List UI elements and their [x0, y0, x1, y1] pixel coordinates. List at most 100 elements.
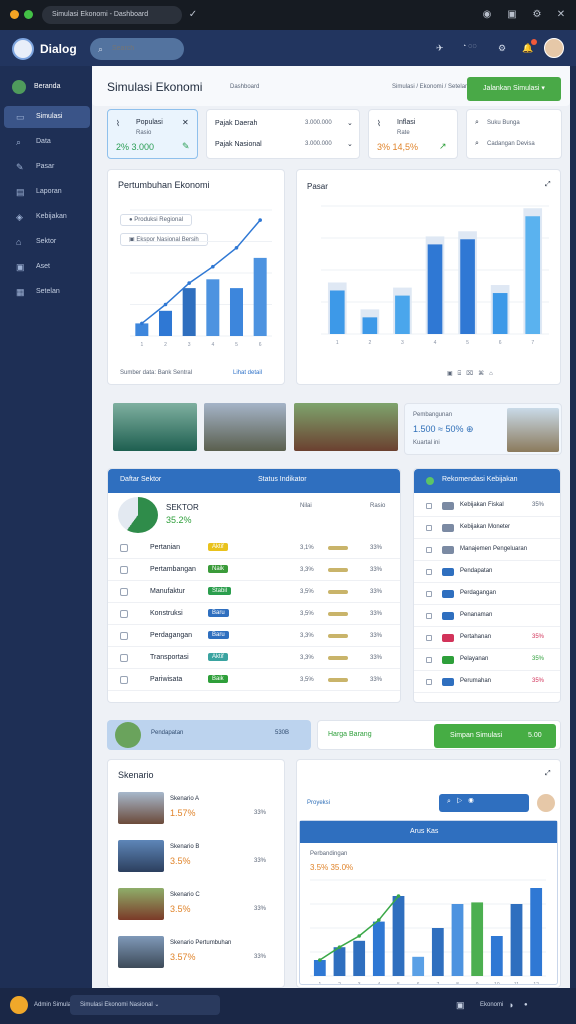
bar[interactable] — [229, 288, 244, 336]
forecast-toolbar[interactable]: ⌕ ▷ ◉ — [439, 794, 529, 812]
scenario-photo[interactable] — [118, 888, 164, 920]
bar[interactable] — [492, 293, 508, 334]
sidebar-item-7[interactable]: ▣ Aset — [4, 256, 90, 278]
bar[interactable] — [395, 295, 410, 334]
bar[interactable] — [460, 239, 475, 334]
checkbox[interactable] — [120, 632, 128, 640]
play-icon[interactable]: ⌕ ▷ ◉ — [447, 798, 474, 806]
filter-card-inflation[interactable]: ⌇ Inflasi Rate 3% 14,5% ↗ — [368, 109, 458, 159]
bar[interactable] — [135, 323, 149, 336]
chart-tools[interactable]: ▣ ⌸ ⌧ ⌘ ⌂ — [447, 370, 493, 378]
headset-icon[interactable]: ◑ — [508, 1000, 513, 1010]
table-row[interactable]: Pertanian Aktif 3,1% 33% — [108, 537, 400, 559]
edit-icon[interactable]: ✎ — [182, 141, 190, 152]
checkbox[interactable] — [120, 676, 128, 684]
policy-row[interactable]: Pelayanan 35% — [414, 649, 560, 671]
user-avatar[interactable] — [10, 996, 28, 1014]
bar[interactable] — [510, 904, 523, 976]
table-row[interactable]: Transportasi Aktif 3,3% 33% — [108, 647, 400, 669]
brand-avatar[interactable] — [12, 38, 34, 60]
scenario-photo[interactable] — [118, 840, 164, 872]
window-dot-orange[interactable] — [10, 10, 19, 19]
detail-link[interactable]: Lihat detail — [233, 370, 262, 376]
bar[interactable] — [353, 940, 366, 976]
table-row[interactable]: Perdagangan Baru 3,3% 33% — [108, 625, 400, 647]
bar[interactable] — [490, 936, 503, 976]
checkbox[interactable] — [120, 566, 128, 574]
expand-icon[interactable]: ⤢ — [545, 770, 551, 778]
checkbox[interactable] — [120, 544, 128, 552]
bar[interactable] — [362, 317, 378, 334]
filter-card-population[interactable]: ⌇ Populasi ✕ Rasio 2% 3.000 ✎ — [107, 109, 198, 159]
bar[interactable] — [451, 904, 464, 976]
checkbox[interactable] — [120, 610, 128, 618]
policy-row[interactable]: Penanaman — [414, 605, 560, 627]
policy-row[interactable]: Perdagangan — [414, 583, 560, 605]
bar[interactable] — [253, 257, 267, 336]
scenario-photo[interactable] — [118, 792, 164, 824]
bar[interactable] — [392, 896, 405, 976]
bar[interactable] — [333, 947, 346, 976]
close-icon[interactable]: ✕ — [554, 8, 568, 22]
tab-icon[interactable]: ▣ — [505, 8, 519, 22]
sidebar-item-1[interactable]: ▭ Simulasi — [4, 106, 90, 128]
bar[interactable] — [182, 288, 196, 336]
tax-value[interactable]: 3.000.000 — [305, 141, 332, 147]
bar[interactable] — [530, 888, 543, 976]
rate-label[interactable]: Suku Bunga — [487, 120, 520, 126]
policy-row[interactable]: Manajemen Pengeluaran — [414, 539, 560, 561]
rate-label[interactable]: Cadangan Devisa — [487, 141, 535, 147]
settings-icon[interactable]: ⚙ — [498, 43, 506, 54]
checkbox[interactable] — [120, 654, 128, 662]
table-row[interactable]: Konstruksi Baru 3,5% 33% — [108, 603, 400, 625]
sector-photo[interactable] — [113, 403, 197, 451]
close-icon[interactable]: ✕ — [182, 118, 189, 127]
sidebar-item-2[interactable]: ⌕ Data — [4, 131, 90, 153]
expand-icon[interactable]: ⤢ — [545, 181, 551, 189]
sidebar-top-label[interactable]: Beranda — [34, 83, 60, 90]
bookmark-icon[interactable]: ✓ — [186, 8, 200, 22]
policy-row[interactable]: Kebijakan Moneter — [414, 517, 560, 539]
table-row[interactable]: Pertambangan Naik 3,3% 33% — [108, 559, 400, 581]
policy-row[interactable]: Pendapatan — [414, 561, 560, 583]
sidebar-item-8[interactable]: ▦ Setelan — [4, 281, 90, 303]
sector-photo[interactable] — [294, 403, 398, 451]
bar[interactable] — [525, 216, 541, 334]
bar[interactable] — [412, 956, 425, 976]
policy-row[interactable]: Kebijakan Fiskal 35% — [414, 495, 560, 517]
bar[interactable] — [158, 310, 173, 336]
sidebar-item-5[interactable]: ◈ Kebijakan — [4, 206, 90, 228]
project-select[interactable]: Simulasi Ekonomi Nasional ⌄ — [70, 995, 220, 1015]
sidebar-item-6[interactable]: ⌂ Sektor — [4, 231, 90, 253]
bar[interactable] — [329, 290, 345, 334]
window-dot-green[interactable] — [24, 10, 33, 19]
bar[interactable] — [372, 921, 385, 976]
bar[interactable] — [206, 279, 220, 336]
table-row[interactable]: Manufaktur Stabil 3,5% 33% — [108, 581, 400, 603]
address-bar[interactable]: Simulasi Ekonomi - Dashboard — [42, 6, 182, 24]
search-input[interactable] — [90, 38, 184, 60]
chevron-down-icon[interactable]: ⌄ — [347, 119, 353, 127]
breadcrumb[interactable]: Simulasi / Ekonomi / Setelan — [392, 84, 468, 90]
bar[interactable] — [313, 960, 326, 976]
bar[interactable] — [427, 244, 443, 334]
sector-photo[interactable] — [204, 403, 286, 451]
settings-icon[interactable]: ⚙ — [530, 8, 544, 22]
bar[interactable] — [471, 902, 484, 976]
checkbox[interactable] — [120, 588, 128, 596]
run-simulation-button[interactable]: Jalankan Simulasi ▾ — [467, 77, 561, 101]
send-icon[interactable]: ✈ — [436, 43, 444, 54]
tax-value[interactable]: 3.000.000 — [305, 120, 332, 126]
notifications-icon[interactable]: 🔔 — [522, 43, 533, 54]
screen-icon[interactable]: ▣ — [456, 1000, 465, 1011]
record-icon[interactable]: ◉ — [480, 8, 494, 22]
policy-row[interactable]: Perumahan 35% — [414, 671, 560, 693]
save-simulation-button[interactable]: Simpan Simulasi 5.00 — [434, 724, 556, 748]
table-row[interactable]: Pariwisata Baik 3,5% 33% — [108, 669, 400, 691]
bar[interactable] — [431, 928, 444, 976]
scenario-photo[interactable] — [118, 936, 164, 968]
policy-row[interactable]: Pertahanan 35% — [414, 627, 560, 649]
user-avatar[interactable] — [544, 38, 564, 58]
user-avatar[interactable] — [537, 794, 555, 812]
sidebar-item-3[interactable]: ✎ Pasar — [4, 156, 90, 178]
